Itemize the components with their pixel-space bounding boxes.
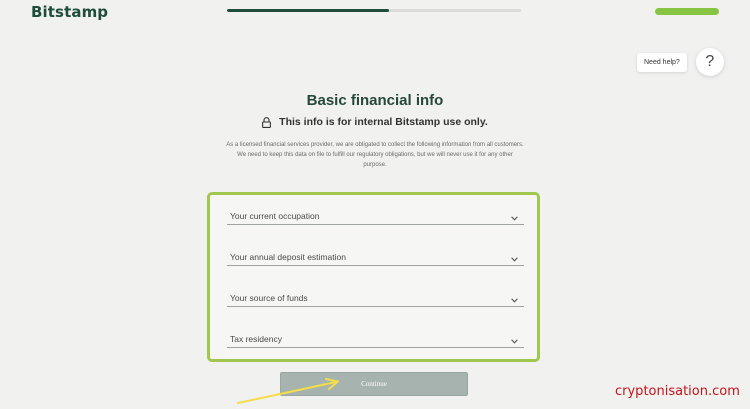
page-title: Basic financial info [306, 92, 444, 109]
disclaimer-text: As a licensed financial services provide… [226, 142, 524, 168]
need-help-label[interactable]: Need help? [637, 52, 687, 72]
watermark-text: cryptonisation.com [615, 384, 740, 399]
occupation-select[interactable]: Your current occupation [227, 202, 524, 225]
deposit-estimation-select[interactable]: Your annual deposit estimation [227, 243, 524, 266]
chevron-down-icon [511, 257, 518, 262]
help-question-icon[interactable]: ? [695, 48, 724, 76]
help-widget[interactable]: Need help? ? [637, 48, 724, 76]
source-of-funds-select[interactable]: Your source of funds [227, 284, 524, 307]
bitstamp-logo[interactable]: Bitstamp [31, 3, 108, 21]
progress-bar-fill [227, 9, 389, 12]
progress-bar [227, 9, 521, 12]
chevron-down-icon [511, 298, 518, 303]
arrow-annotation-icon [237, 378, 339, 404]
source-of-funds-label: Your source of funds [230, 293, 308, 303]
occupation-label: Your current occupation [230, 211, 320, 221]
top-right-menu-pill[interactable] [655, 8, 719, 15]
chevron-down-icon [511, 339, 518, 344]
subtitle-text: This info is for internal Bitstamp use o… [279, 116, 488, 128]
tax-residency-label: Tax residency [230, 334, 282, 344]
lock-icon [262, 116, 272, 128]
chevron-down-icon [511, 216, 518, 221]
financial-info-form: Your current occupation Your annual depo… [207, 192, 540, 362]
deposit-estimation-label: Your annual deposit estimation [230, 252, 346, 262]
tax-residency-select[interactable]: Tax residency [227, 325, 524, 348]
page-subtitle: This info is for internal Bitstamp use o… [0, 116, 750, 128]
